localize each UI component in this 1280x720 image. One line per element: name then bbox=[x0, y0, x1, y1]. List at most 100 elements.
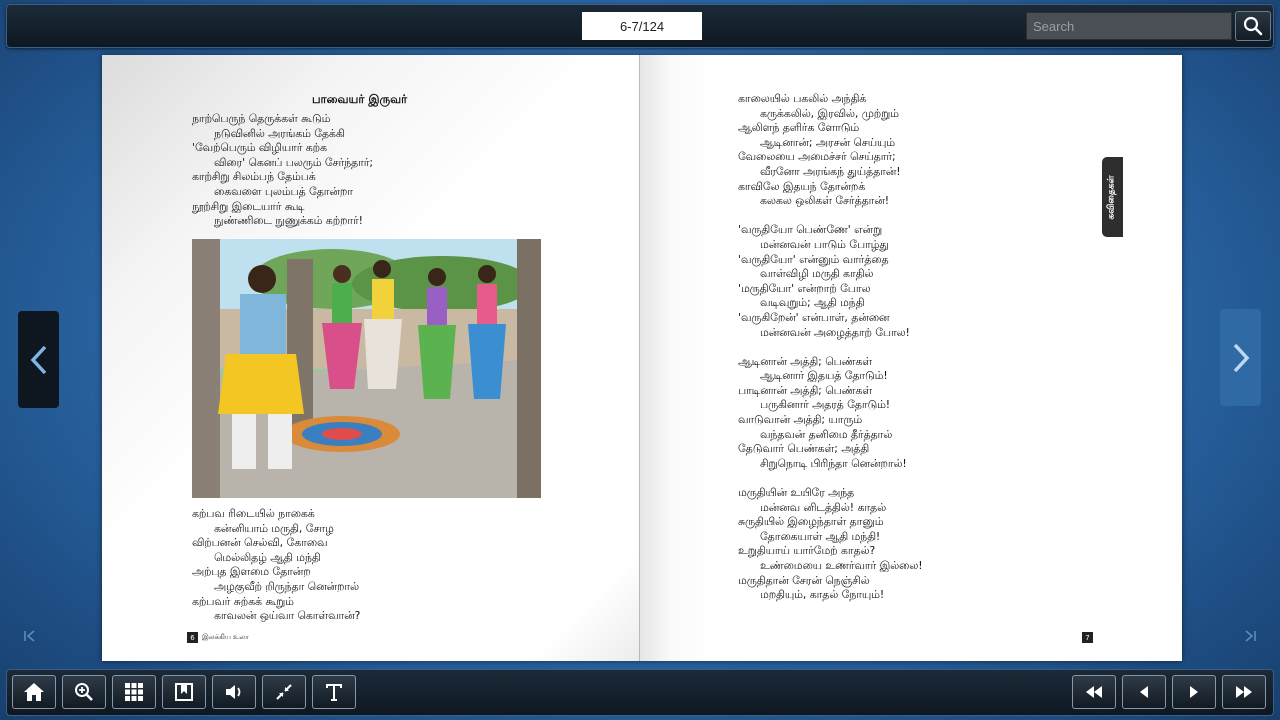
verse-line: 'வேற்பெரும் விழியார் கற்க bbox=[192, 141, 327, 155]
first-page-button[interactable] bbox=[1072, 675, 1116, 709]
sound-icon bbox=[226, 685, 241, 699]
book-spread: பாவையர் இருவர் நாற்பெருந் தெருக்கள் கூடு… bbox=[102, 55, 1182, 661]
verse-line: வாடுவான் அத்தி; யாரும் bbox=[738, 413, 863, 427]
thumbnails-button[interactable] bbox=[112, 675, 156, 709]
dance-illustration bbox=[192, 239, 541, 498]
verse-line: அற்புத இளமை தோன்ற bbox=[192, 565, 311, 579]
zoom-in-icon bbox=[75, 683, 93, 701]
verse-line: விரை' கெனப் பலரும் சேர்ந்தார்; bbox=[214, 155, 374, 169]
chevron-right-icon bbox=[1233, 343, 1249, 372]
last-page-button[interactable] bbox=[1222, 675, 1266, 709]
first-page-edge-button[interactable] bbox=[22, 628, 38, 644]
poem-title: பாவையர் இருவர் bbox=[312, 92, 408, 106]
verse-line: ஆலிளந் தளிர்க ளோடும் bbox=[738, 121, 860, 135]
verse-line: 'வருதியோ' என்னும் வார்த்தை bbox=[738, 252, 889, 266]
verse-line: கன்னியாம் மருதி, சோழ bbox=[214, 521, 334, 535]
verse-line: நடுவினில் அரங்கம் தேக்கி bbox=[214, 126, 345, 140]
grid-icon bbox=[125, 683, 143, 701]
verse-line: நூற்சிறு இடையார் கூடி bbox=[192, 199, 305, 213]
page-number-left: 6 bbox=[187, 632, 198, 643]
verse-line: மருதிதான் சேரன் நெஞ்சில் bbox=[738, 573, 870, 587]
right-page[interactable]: காலையில் பகலில் அந்திக் கருக்கலில், இரவில… bbox=[640, 55, 1182, 661]
home-icon bbox=[24, 683, 44, 701]
left-page[interactable]: பாவையர் இருவர் நாற்பெருந் தெருக்கள் கூடு… bbox=[102, 55, 640, 661]
search-input[interactable] bbox=[1026, 12, 1232, 40]
next-page-button[interactable] bbox=[1220, 309, 1261, 406]
previous-icon bbox=[1140, 686, 1148, 698]
verse-line: நுண்ணிடை நுணுக்கம் கற்றார்! bbox=[214, 214, 364, 228]
next-icon bbox=[1190, 686, 1198, 698]
verse-line: மன்னவ னிடத்தில்! காதல் bbox=[760, 500, 887, 514]
verse-line: 'மருதியோ' என்றாற் போல bbox=[738, 281, 871, 295]
stanza: ஆடினான் அத்தி; பெண்கள் ஆடினார் இதயத் தோடு… bbox=[738, 355, 923, 472]
verse-line: கலகல ஒலிகள் சேர்த்தான்! bbox=[760, 194, 890, 208]
verse-line: 'வருதியோ பெண்ணே' என்று bbox=[738, 223, 883, 237]
section-tab-label: கவிதைகள் bbox=[1107, 174, 1118, 220]
verse-line: காவிலே இதயந் தோன்றக் bbox=[738, 179, 866, 193]
zoom-button[interactable] bbox=[62, 675, 106, 709]
chevron-left-icon bbox=[30, 345, 46, 374]
verse-line: மறதியும், காதல் நோயும்! bbox=[760, 588, 885, 602]
verse-line: மன்னவன் அழைத்தாற் போல! bbox=[760, 325, 910, 339]
stanza: காலையில் பகலில் அந்திக் கருக்கலில், இரவில… bbox=[738, 92, 923, 209]
previous-page-button[interactable] bbox=[18, 311, 59, 408]
verse-line: வேலையை அமைச்சர் செய்தார்; bbox=[738, 150, 896, 164]
verse-line: மன்னவன் பாடும் போழ்து bbox=[760, 237, 889, 251]
bookmark-button[interactable] bbox=[162, 675, 206, 709]
verse-line: அழகுவீற் றிருந்தா னென்றால் bbox=[214, 579, 359, 593]
verse-block: காலையில் பகலில் அந்திக் கருக்கலில், இரவில… bbox=[738, 92, 923, 603]
top-toolbar: 6-7/124 bbox=[6, 4, 1274, 48]
page-indicator[interactable]: 6-7/124 bbox=[582, 12, 702, 40]
bottom-toolbar bbox=[6, 669, 1274, 716]
fullscreen-exit-icon bbox=[276, 684, 292, 700]
verse-line: சுருதியில் இழைந்தாள் தானும் bbox=[738, 515, 884, 529]
rewind-icon bbox=[1086, 686, 1102, 698]
verse-line: கற்பவ ரிடையில் நாகைக் bbox=[192, 507, 315, 520]
verse-line: மெல்லிதழ் ஆதி மந்தி bbox=[214, 550, 321, 564]
page-number-right: 7 bbox=[1082, 632, 1093, 643]
search-button[interactable] bbox=[1235, 11, 1271, 41]
verse-line: நாற்பெருந் தெருக்கள் கூடும் bbox=[192, 112, 331, 125]
search-icon bbox=[1243, 16, 1263, 36]
verse-line: ஆடினார் இதயத் தோடும்! bbox=[760, 369, 888, 383]
verse-line: மருதியின் உயிரே அந்த bbox=[738, 486, 855, 500]
last-page-icon bbox=[1245, 630, 1256, 642]
verse-line: காலையில் பகலில் அந்திக் bbox=[738, 92, 867, 105]
verse-line: ஆடினான்; அரசன் செய்யும் bbox=[760, 135, 895, 149]
stanza: மருதியின் உயிரே அந்த மன்னவ னிடத்தில்! காத… bbox=[738, 486, 923, 603]
verse-line: உறுதியாய் யார்மேற் காதல்? bbox=[738, 544, 876, 558]
verse-line: உண்மையை உணர்வார் இல்லை! bbox=[760, 559, 923, 572]
book-footer-title: இலக்கிய உலா bbox=[202, 633, 249, 641]
verse-line: கருக்கலில், இரவில், முற்றும் bbox=[760, 106, 899, 120]
home-button[interactable] bbox=[12, 675, 56, 709]
stanza: 'வருதியோ பெண்ணே' என்று மன்னவன் பாடும் போழ… bbox=[738, 223, 923, 340]
text-mode-button[interactable] bbox=[312, 675, 356, 709]
verse-line: வீரனோ அரங்கந் துய்த்தான்! bbox=[760, 164, 901, 178]
first-page-icon bbox=[24, 630, 35, 642]
verse-line: ஆடினான் அத்தி; பெண்கள் bbox=[738, 354, 873, 368]
verse-line: கைவளை புலம்பத் தோன்றா bbox=[214, 184, 353, 198]
section-tab[interactable]: கவிதைகள் bbox=[1102, 157, 1123, 237]
fast-forward-icon bbox=[1236, 686, 1252, 698]
next-button[interactable] bbox=[1172, 675, 1216, 709]
sound-button[interactable] bbox=[212, 675, 256, 709]
previous-button[interactable] bbox=[1122, 675, 1166, 709]
text-icon bbox=[326, 684, 342, 701]
verse-line: சிறுநொடி பிரிந்தா னென்றால்! bbox=[760, 456, 907, 470]
verse-line: காவலன் ஒய்வா கொள்வான்? bbox=[214, 609, 361, 623]
verse-line: வடிவுறும்; ஆதி மந்தி bbox=[760, 296, 865, 310]
verse-line: கற்பவர் சுற்கக் கூறும் bbox=[192, 594, 294, 608]
verse-line: வந்தவன் தனிமை தீர்த்தால் bbox=[760, 427, 893, 441]
fullscreen-button[interactable] bbox=[262, 675, 306, 709]
verse-line: விற்பனன் செல்வி, கோவை bbox=[192, 536, 328, 550]
verse-line: பாடினான் அத்தி; பெண்கள் bbox=[738, 383, 873, 397]
last-page-edge-button[interactable] bbox=[1242, 628, 1258, 644]
bookmark-icon bbox=[175, 683, 193, 701]
verse-block: கற்பவ ரிடையில் நாகைக் கன்னியாம் மருதி, சோ… bbox=[192, 507, 360, 624]
verse-line: காற்சிறு சிலம்பந் தேம்பக் bbox=[192, 170, 316, 184]
verse-line: தேடுவார் பெண்கள்; அத்தி bbox=[738, 442, 870, 456]
verse-line: பருகினார் அதரத் தோடும்! bbox=[760, 398, 891, 412]
verse-line: 'வருகிறேன்' என்பாள், தன்னை bbox=[738, 310, 890, 324]
verse-line: வாள்விழி மருதி காதில் bbox=[760, 267, 874, 281]
verse-line: தோகையாள் ஆதி மந்தி! bbox=[760, 529, 881, 543]
